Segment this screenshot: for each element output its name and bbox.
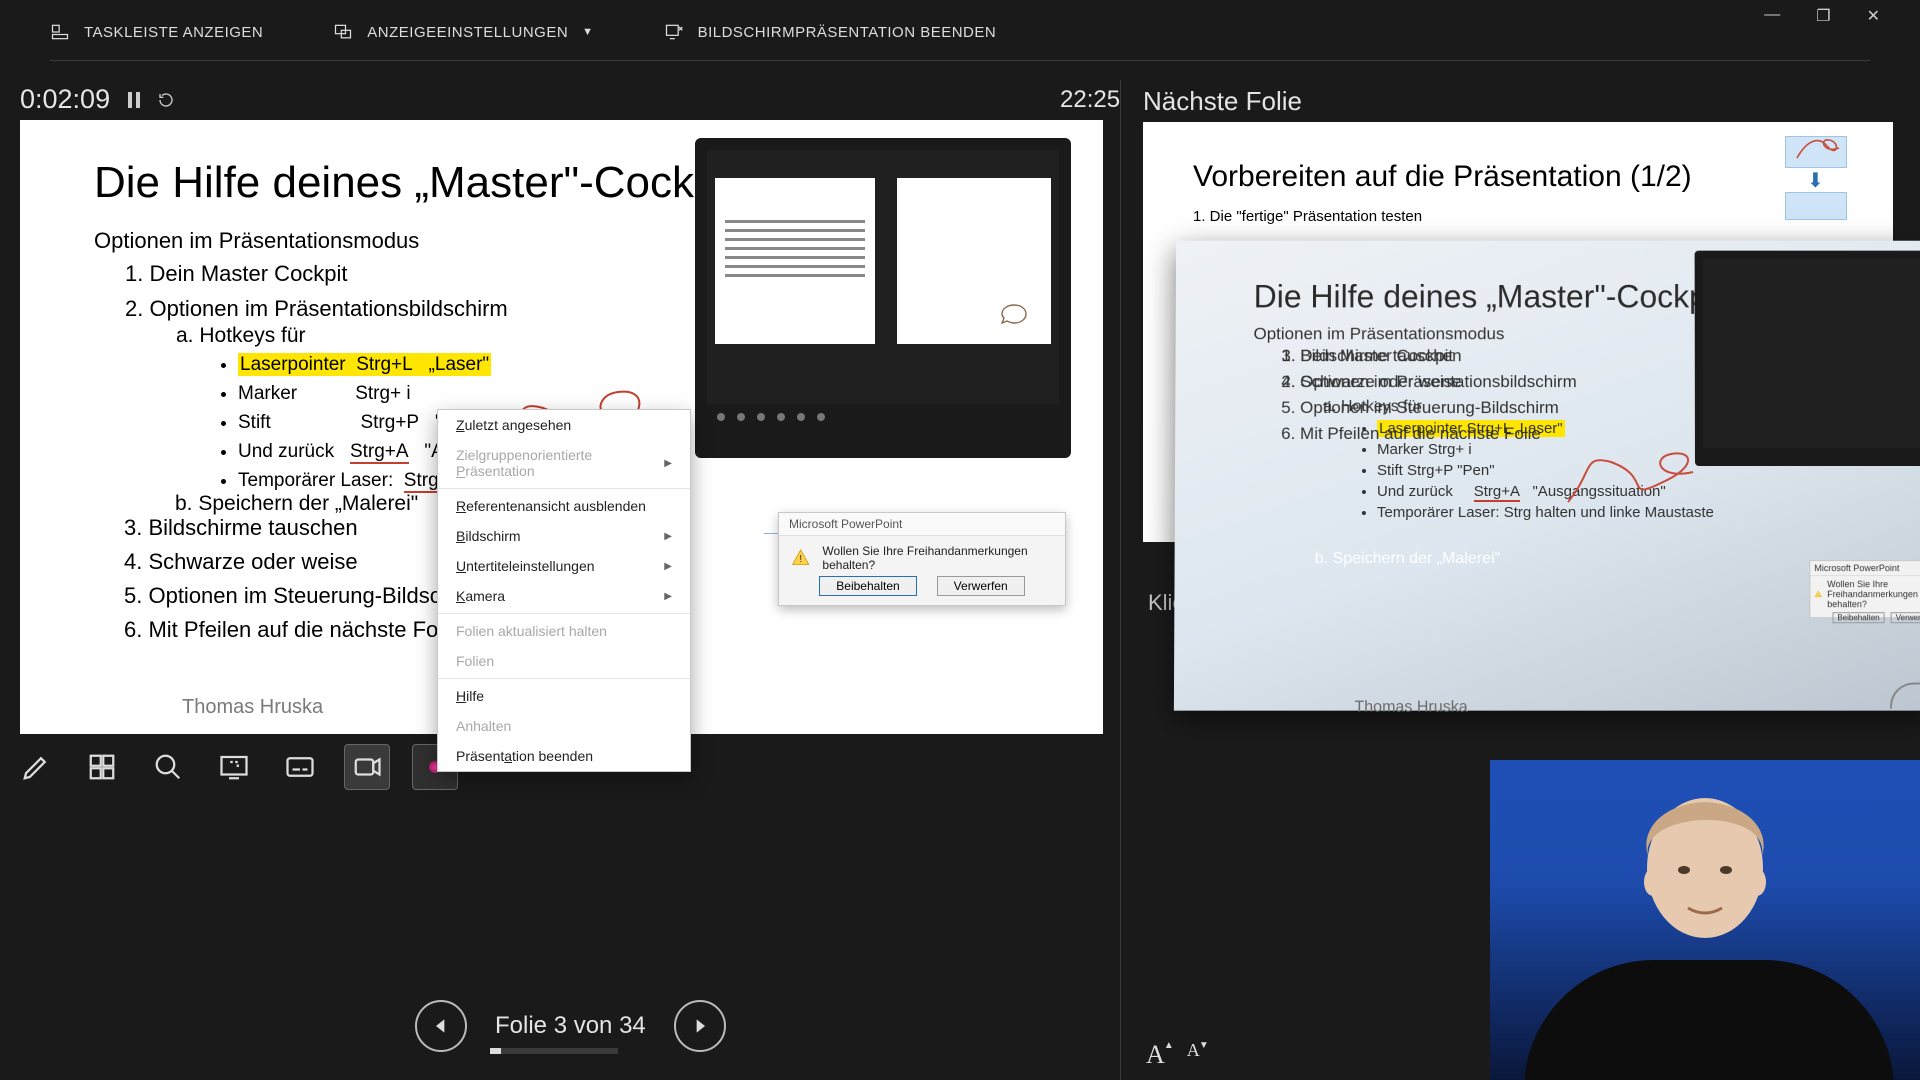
slide-sub-b: b. Speichern der „Malerei" bbox=[175, 492, 418, 516]
slide-sub-a: a. Hotkeys für bbox=[176, 324, 306, 348]
menu-end-show[interactable]: Präsentation beenden bbox=[438, 741, 690, 771]
keep-ink-button[interactable]: Beibehalten bbox=[819, 576, 916, 596]
menu-separator bbox=[438, 678, 690, 679]
zoom-button[interactable] bbox=[146, 745, 190, 789]
menu-slides: Folien bbox=[438, 646, 690, 676]
presenter-silhouette bbox=[1620, 790, 1790, 1000]
presenter-webcam[interactable] bbox=[1490, 760, 1920, 1080]
warning-icon: ! bbox=[791, 547, 810, 569]
font-decrease-button[interactable]: A▼ bbox=[1187, 1040, 1200, 1070]
ink-annotation bbox=[1563, 442, 1711, 512]
menu-help[interactable]: Hilfe bbox=[438, 681, 690, 711]
chevron-down-icon: ▼ bbox=[582, 26, 593, 38]
menu-separator bbox=[438, 488, 690, 489]
discard-ink-button[interactable]: Verwerfen bbox=[937, 576, 1025, 596]
slide-navigation: Folie 3 von 34 bbox=[415, 1000, 726, 1052]
restore-button[interactable]: ❐ bbox=[1816, 6, 1830, 26]
notes-font-controls: A▲ A▼ bbox=[1146, 1040, 1200, 1070]
previous-slide-button[interactable] bbox=[415, 1000, 467, 1052]
arrow-down-icon: ⬇ bbox=[1807, 168, 1824, 193]
menu-pause: Anhalten bbox=[438, 711, 690, 741]
chevron-right-icon: ▶ bbox=[664, 591, 672, 602]
projected-screen-photo: Die Hilfe deines „Master"-Cockpits Optio… bbox=[1174, 241, 1920, 711]
menu-last-viewed[interactable]: Zuletzt angesehen bbox=[438, 410, 690, 440]
menu-screen[interactable]: Bildschirm▶ bbox=[438, 521, 690, 551]
slide-subtitle: Optionen im Präsentationsmodus bbox=[94, 228, 419, 254]
chevron-right-icon: ▶ bbox=[664, 531, 672, 542]
dialog-message: Wollen Sie Ihre Freihandanmerkungen beha… bbox=[822, 544, 1053, 572]
reset-timer-button[interactable] bbox=[158, 92, 174, 108]
brain-icon bbox=[997, 302, 1031, 326]
subtitles-button[interactable] bbox=[278, 745, 322, 789]
slide-list-top: Dein Master Cockpit Optionen im Präsenta… bbox=[125, 261, 508, 331]
close-button[interactable]: ✕ bbox=[1867, 6, 1880, 26]
menu-camera[interactable]: Kamera▶ bbox=[438, 581, 690, 611]
next-slide-button[interactable] bbox=[674, 1000, 726, 1052]
camera-button[interactable] bbox=[344, 744, 390, 790]
dialog-title: Microsoft PowerPoint bbox=[779, 513, 1065, 536]
menu-custom-show: Zielgruppenorientierte Präsentation▶ bbox=[438, 440, 690, 486]
pen-tool-button[interactable] bbox=[14, 745, 58, 789]
display-settings-button[interactable]: ANZEIGEEINSTELLUNGEN ▼ bbox=[333, 22, 593, 42]
ink-keep-dialog-mini: Microsoft PowerPoint Wollen Sie Ihre Fre… bbox=[1809, 560, 1920, 618]
divider bbox=[50, 60, 1870, 61]
chevron-right-icon: ▶ bbox=[664, 458, 672, 469]
window-controls: ― ❐ ✕ bbox=[1764, 6, 1880, 26]
monitor-stand bbox=[1890, 683, 1920, 709]
presenter-tools bbox=[14, 744, 458, 790]
slide-progress[interactable] bbox=[490, 1048, 618, 1054]
next-slide-title: Vorbereiten auf die Präsentation (1/2) bbox=[1193, 160, 1692, 194]
slide-counter: Folie 3 von 34 bbox=[495, 1012, 646, 1040]
monitor-thumbnail-image bbox=[695, 138, 1071, 458]
minimize-button[interactable]: ― bbox=[1764, 6, 1780, 26]
current-time: 22:25 bbox=[1060, 86, 1120, 114]
chevron-right-icon: ▶ bbox=[664, 561, 672, 572]
end-slideshow-button[interactable]: BILDSCHIRMPRÄSENTATION BEENDEN bbox=[664, 22, 997, 42]
elapsed-time: 0:02:09 bbox=[20, 84, 110, 115]
next-slide-heading: Nächste Folie bbox=[1143, 86, 1302, 117]
menu-subtitle-settings[interactable]: Untertiteleinstellungen▶ bbox=[438, 551, 690, 581]
ink-keep-dialog: Microsoft PowerPoint ! Wollen Sie Ihre F… bbox=[778, 512, 1066, 606]
black-screen-button[interactable] bbox=[212, 745, 256, 789]
menu-keep-updated: Folien aktualisiert halten bbox=[438, 616, 690, 646]
diagram-shapes: ⬇ bbox=[1777, 136, 1855, 220]
monitor-thumbnail-image bbox=[1695, 251, 1920, 466]
vertical-divider[interactable] bbox=[1120, 80, 1121, 1080]
next-slide-item: 1. Die "fertige" Präsentation testen bbox=[1193, 208, 1422, 225]
show-taskbar-button[interactable]: TASKLEISTE ANZEIGEN bbox=[50, 22, 263, 42]
context-menu: Zuletzt angesehen Zielgruppenorientierte… bbox=[437, 409, 691, 772]
pause-button[interactable] bbox=[126, 92, 142, 108]
top-toolbar: TASKLEISTE ANZEIGEN ANZEIGEEINSTELLUNGEN… bbox=[0, 0, 1920, 82]
slide-title: Die Hilfe deines „Master"-Cockpits bbox=[94, 158, 763, 208]
svg-text:!: ! bbox=[799, 553, 802, 565]
menu-separator bbox=[438, 613, 690, 614]
timer: 0:02:09 bbox=[20, 84, 174, 115]
slide-author: Thomas Hruska bbox=[182, 696, 323, 719]
font-increase-button[interactable]: A▲ bbox=[1146, 1040, 1165, 1070]
slide-list-bottom: Bildschirme tauschen Schwarze oder weise… bbox=[124, 515, 484, 651]
all-slides-button[interactable] bbox=[80, 745, 124, 789]
menu-hide-presenter-view[interactable]: Referentenansicht ausblenden bbox=[438, 491, 690, 521]
